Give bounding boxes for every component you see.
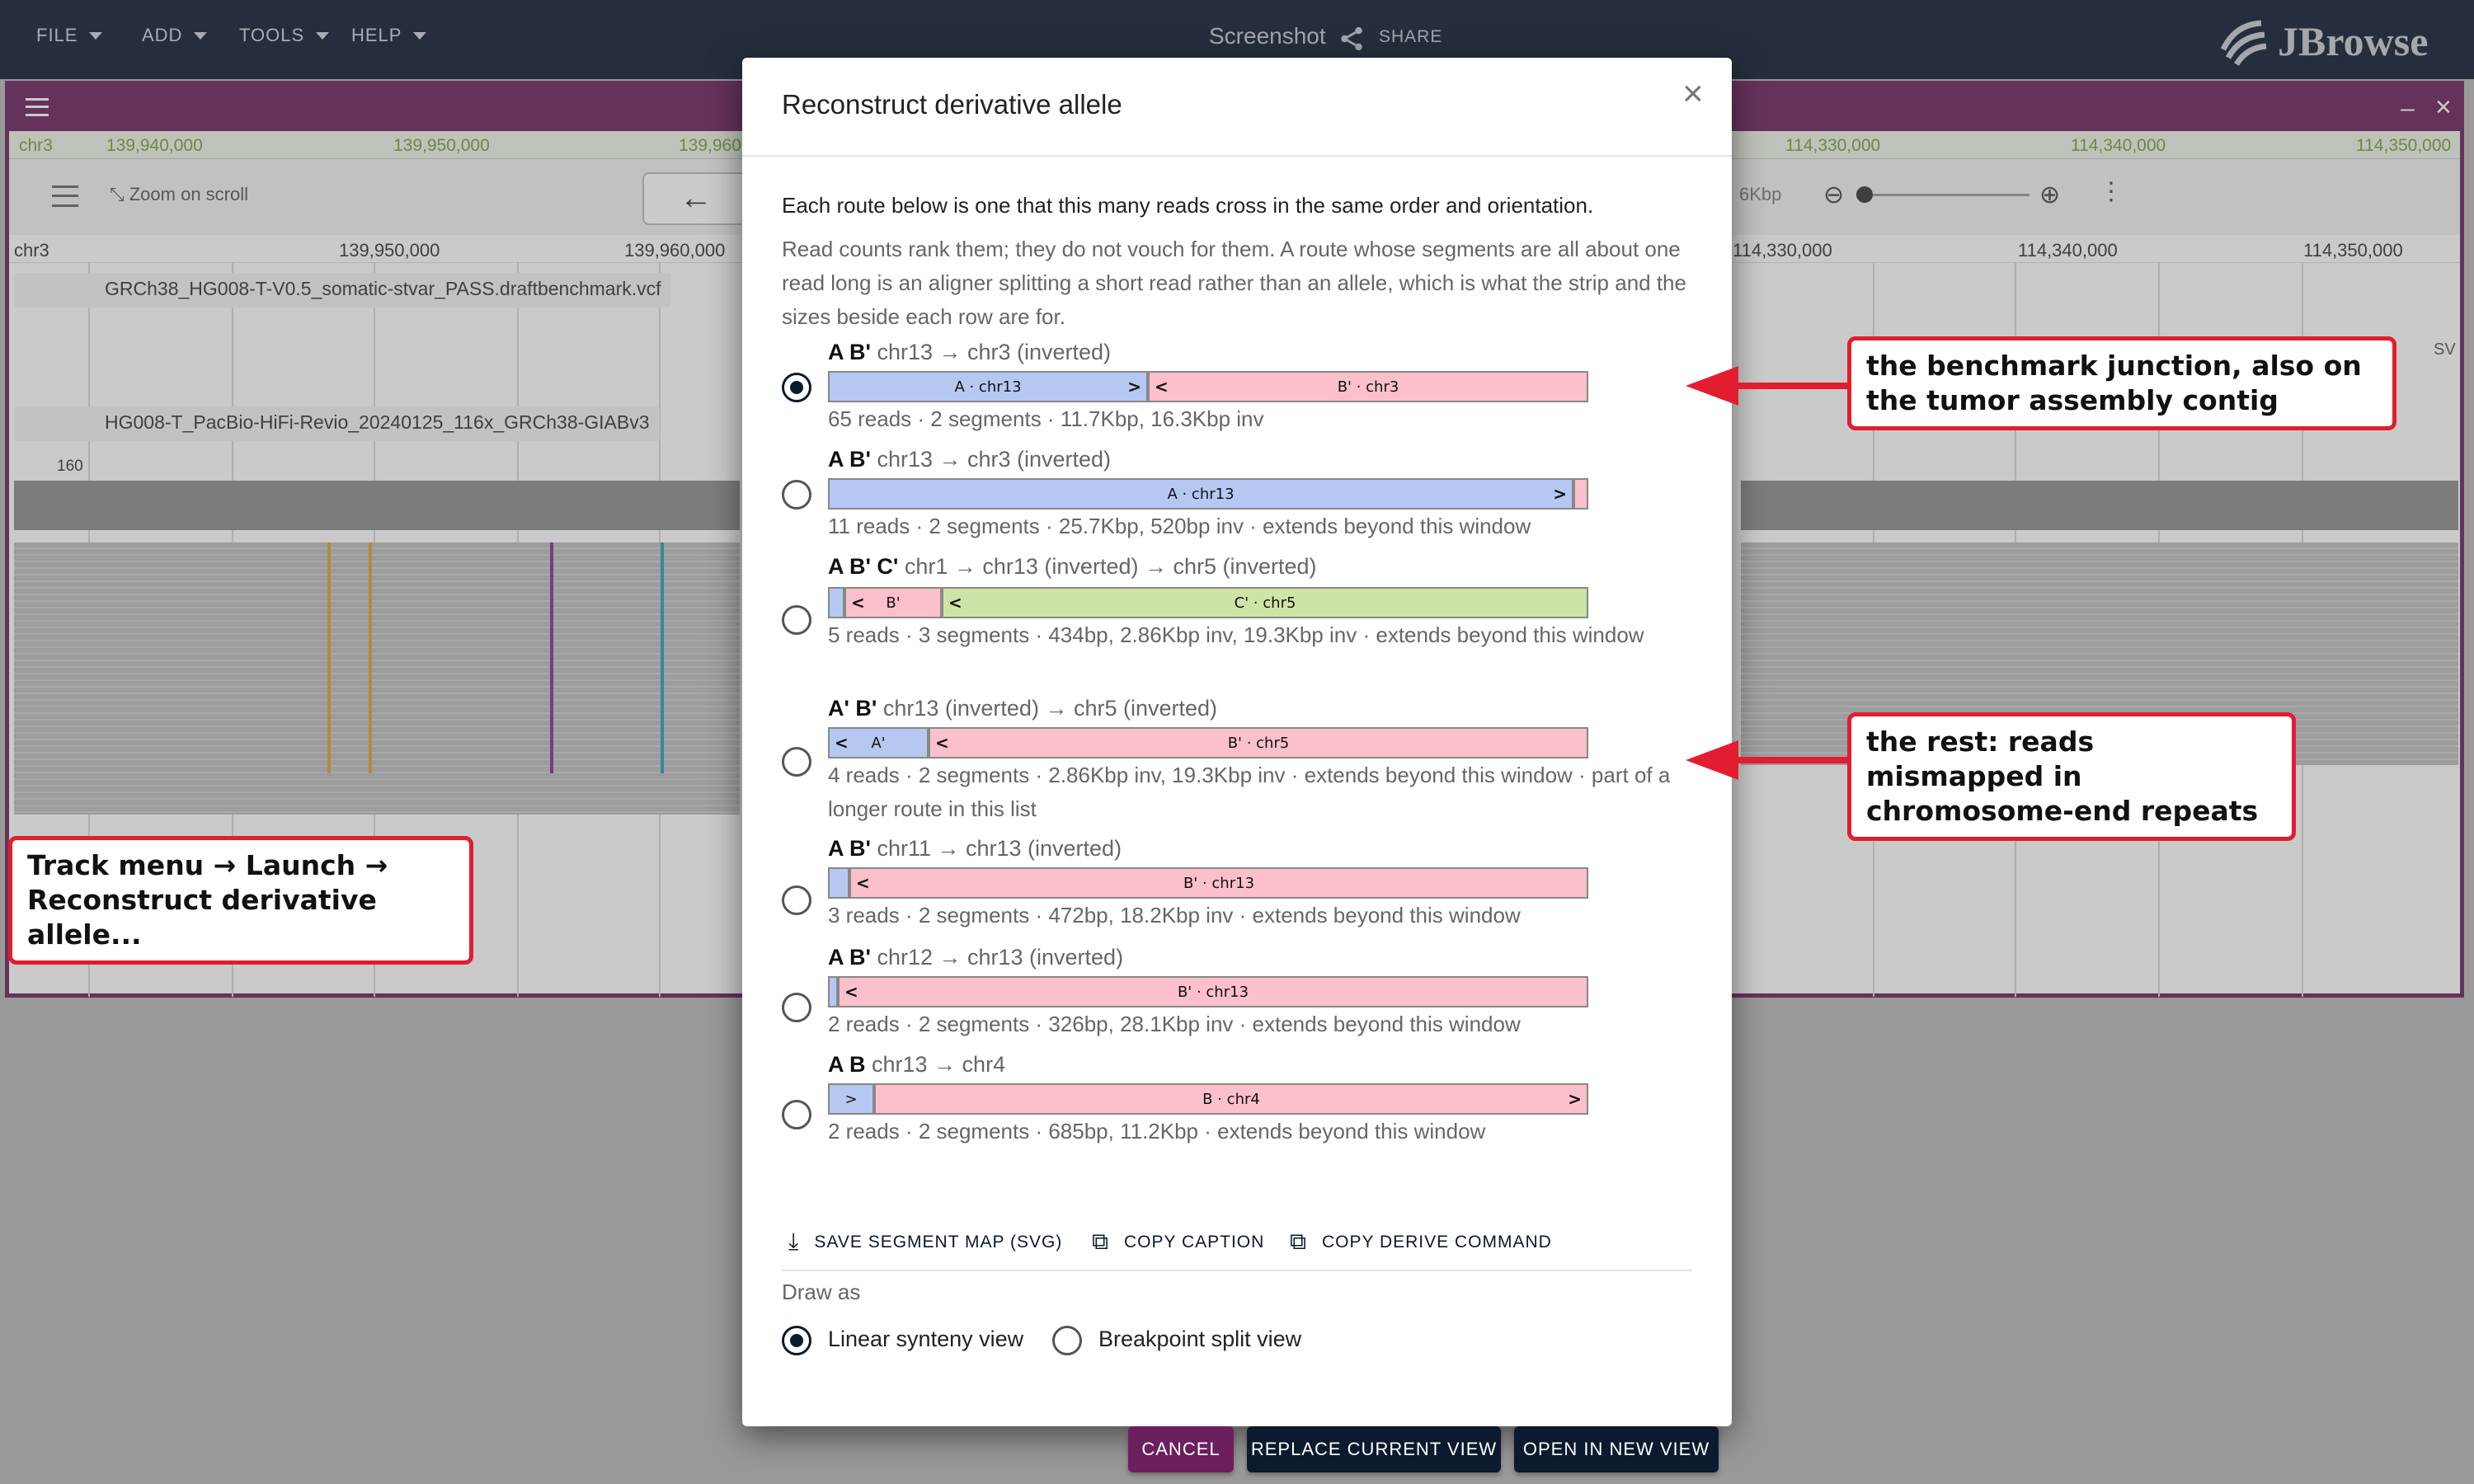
cancel-button[interactable]: CANCEL [1128, 1426, 1234, 1472]
route-radio-1[interactable] [782, 373, 811, 402]
linear-synteny-label[interactable]: Linear synteny view [828, 1327, 1023, 1352]
breakpoint-split-radio[interactable] [1052, 1326, 1082, 1355]
replace-view-button[interactable]: REPLACE CURRENT VIEW [1247, 1426, 1501, 1472]
segment [828, 587, 844, 618]
divider [782, 1270, 1692, 1271]
annotation-arrow-head [1686, 366, 1738, 406]
route-caption: 4 reads · 2 segments · 2.86Kbp inv, 19.3… [828, 763, 1671, 821]
annotation-rest: the rest: reads mismapped in chromosome-… [1847, 712, 2296, 841]
route-title: A' B' chr13 (inverted) → chr5 (inverted) [828, 696, 1218, 721]
route-radio-6[interactable] [782, 993, 811, 1022]
segment-strip: A' < B' · chr5 < [828, 727, 1588, 758]
route-title: A B' chr13 → chr3 (inverted) [828, 340, 1112, 364]
annotation-arrow-head [1686, 740, 1738, 780]
copy-caption-button[interactable]: ⧉ COPY CAPTION [1092, 1228, 1264, 1256]
segment: B' · chr3 < [1148, 371, 1588, 402]
route-radio-2[interactable] [782, 480, 811, 510]
segment [1573, 478, 1588, 510]
draw-as-label: Draw as [782, 1280, 861, 1304]
route-title: A B' chr11 → chr13 (inverted) [828, 836, 1122, 861]
route-title: A B' C' chr1 → chr13 (inverted) → chr5 (… [828, 554, 1317, 579]
segment: > [828, 1083, 874, 1115]
segment: B' · chr13 < [838, 976, 1588, 1007]
route-caption: 3 reads · 2 segments · 472bp, 18.2Kbp in… [828, 903, 1521, 928]
segment: B' < [844, 587, 942, 618]
copy-command-button[interactable]: ⧉ COPY DERIVE COMMAND [1290, 1228, 1552, 1256]
divider [742, 155, 1732, 157]
annotation-arrow-line [1732, 383, 1847, 389]
route-caption: 11 reads · 2 segments · 25.7Kbp, 520bp i… [828, 514, 1531, 538]
segment-strip: A · chr13 > B' · chr3 < [828, 371, 1588, 402]
segment: A' < [828, 727, 929, 758]
route-radio-5[interactable] [782, 885, 811, 915]
note-text: Read counts rank them; they do not vouch… [782, 237, 1686, 329]
segment [828, 976, 838, 1007]
copy-icon: ⧉ [1092, 1228, 1109, 1254]
route-caption: 2 reads · 2 segments · 685bp, 11.2Kbp · … [828, 1119, 1486, 1144]
route-title: A B chr13 → chr4 [828, 1052, 1006, 1077]
copy-icon: ⧉ [1290, 1228, 1307, 1254]
route-title: A B' chr13 → chr3 (inverted) [828, 447, 1112, 472]
route-radio-3[interactable] [782, 605, 811, 635]
intro-text: Each route below is one that this many r… [782, 193, 1594, 218]
segment-strip: B' < C' · chr5 < [828, 587, 1588, 618]
route-title: A B' chr12 → chr13 (inverted) [828, 945, 1124, 970]
reconstruct-dialog: Reconstruct derivative allele × Each rou… [742, 58, 1732, 1472]
segment-strip: B' · chr13 < [828, 867, 1588, 899]
open-new-view-button[interactable]: OPEN IN NEW VIEW [1514, 1426, 1719, 1472]
segment-strip: > B · chr4 > [828, 1083, 1588, 1115]
segment: B' · chr5 < [929, 727, 1588, 758]
segment-strip: B' · chr13 < [828, 976, 1588, 1007]
route-radio-4[interactable] [782, 747, 811, 777]
linear-synteny-radio[interactable] [782, 1326, 811, 1355]
annotation-benchmark: the benchmark junction, also on the tumo… [1847, 336, 2396, 430]
segment: B · chr4 > [874, 1083, 1588, 1115]
annotation-arrow-line [1732, 757, 1847, 763]
close-icon[interactable]: × [1682, 76, 1704, 112]
segment [828, 867, 849, 899]
breakpoint-split-label[interactable]: Breakpoint split view [1098, 1327, 1301, 1352]
segment: B' · chr13 < [849, 867, 1588, 899]
save-svg-button[interactable]: ⤓ SAVE SEGMENT MAP (SVG) [788, 1228, 1062, 1256]
route-caption: 65 reads · 2 segments · 11.7Kbp, 16.3Kbp… [828, 406, 1264, 431]
segment-strip: A · chr13 > [828, 478, 1588, 510]
segment: A · chr13 > [828, 478, 1573, 510]
route-radio-7[interactable] [782, 1100, 811, 1129]
download-icon: ⤓ [788, 1228, 800, 1254]
annotation-track-menu: Track menu → Launch → Reconstruct deriva… [8, 836, 473, 965]
dialog-title: Reconstruct derivative allele [782, 89, 1122, 120]
route-caption: 2 reads · 2 segments · 326bp, 28.1Kbp in… [828, 1012, 1521, 1036]
route-caption: 5 reads · 3 segments · 434bp, 2.86Kbp in… [828, 622, 1644, 647]
segment: A · chr13 > [828, 371, 1148, 402]
segment: C' · chr5 < [942, 587, 1588, 618]
